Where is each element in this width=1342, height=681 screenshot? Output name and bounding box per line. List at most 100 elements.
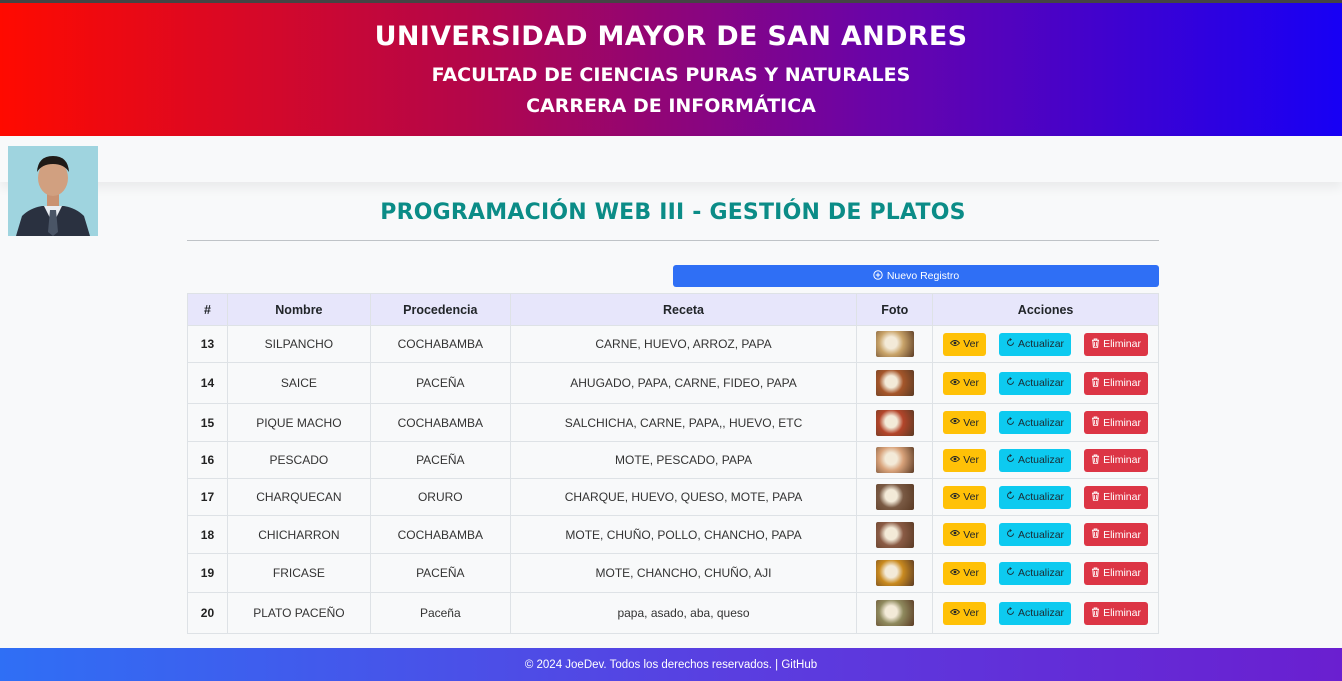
view-label: Ver (963, 454, 979, 466)
delete-button[interactable]: Eliminar (1084, 371, 1148, 395)
trash-icon (1091, 491, 1100, 504)
table-row: 17 CHARQUECAN ORURO CHARQUE, HUEVO, QUES… (187, 478, 1159, 516)
cell-nombre: FRICASE (226, 553, 371, 593)
trash-icon (1091, 567, 1100, 580)
dish-photo (875, 560, 914, 586)
view-label: Ver (963, 338, 979, 350)
cell-nombre: PIQUE MACHO (226, 403, 371, 442)
view-button[interactable]: Ver (943, 371, 986, 395)
faculty-title: FACULTAD DE CIENCIAS PURAS Y NATURALES (431, 64, 911, 86)
page-title: PROGRAMACIÓN WEB III - GESTIÓN DE PLATOS (380, 200, 966, 225)
new-record-button[interactable]: Nuevo Registro (673, 265, 1159, 287)
table-row: 13 SILPANCHO COCHABAMBA CARNE, HUEVO, AR… (187, 325, 1159, 363)
career-title: CARRERA DE INFORMÁTICA (526, 95, 816, 117)
view-button[interactable]: Ver (943, 523, 986, 546)
update-label: Actualizar (1017, 607, 1065, 619)
delete-label: Eliminar (1103, 454, 1141, 466)
update-label: Actualizar (1017, 454, 1065, 466)
refresh-icon (1006, 454, 1015, 466)
view-label: Ver (963, 377, 979, 389)
table-row: 14 SAICE PACEÑA AHUGADO, PAPA, CARNE, FI… (187, 362, 1159, 404)
delete-label: Eliminar (1103, 567, 1141, 579)
refresh-icon (1006, 416, 1015, 429)
cell-procedencia: ORURO (369, 478, 511, 516)
cell-acciones: Ver Actualizar Eliminar (932, 325, 1159, 363)
cell-acciones: Ver Actualizar Eliminar (932, 441, 1159, 479)
update-button[interactable]: Actualizar (998, 448, 1072, 472)
delete-button[interactable]: Eliminar (1084, 411, 1148, 434)
site-footer: © 2024 JoeDev. Todos los derechos reserv… (0, 648, 1342, 681)
cell-id: 20 (187, 592, 228, 634)
update-button[interactable]: Actualizar (998, 561, 1072, 585)
trash-icon (1091, 454, 1100, 467)
col-header-receta: Receta (509, 293, 858, 326)
col-header-acciones: Acciones (932, 293, 1159, 326)
cell-id: 14 (187, 362, 228, 404)
view-button[interactable]: Ver (943, 332, 986, 356)
cell-id: 17 (187, 478, 228, 516)
cell-nombre: SILPANCHO (226, 325, 371, 363)
update-button[interactable]: Actualizar (998, 523, 1072, 546)
cell-receta: MOTE, CHANCHO, CHUÑO, AJI (509, 553, 858, 593)
delete-label: Eliminar (1103, 377, 1141, 389)
cell-nombre: SAICE (226, 362, 371, 404)
eye-icon (950, 417, 961, 428)
cell-id: 19 (187, 553, 228, 593)
dish-photo (875, 484, 914, 510)
dish-photo (875, 447, 914, 473)
cell-foto (856, 441, 934, 479)
university-title: UNIVERSIDAD MAYOR DE SAN ANDRES (374, 21, 968, 52)
dish-photo (875, 600, 914, 626)
title-divider (187, 240, 1159, 241)
cell-foto (856, 553, 934, 593)
delete-button[interactable]: Eliminar (1084, 332, 1148, 356)
cell-acciones: Ver Actualizar Eliminar (932, 403, 1159, 442)
cell-nombre: CHICHARRON (226, 515, 371, 554)
view-button[interactable]: Ver (943, 601, 986, 625)
dish-photo (875, 521, 914, 548)
dish-photo (875, 331, 914, 357)
update-button[interactable]: Actualizar (998, 371, 1072, 395)
dish-photo (875, 409, 914, 436)
cell-foto (856, 362, 934, 404)
delete-button[interactable]: Eliminar (1084, 523, 1148, 546)
cell-id: 13 (187, 325, 228, 363)
delete-button[interactable]: Eliminar (1084, 561, 1148, 585)
new-record-label: Nuevo Registro (886, 270, 960, 282)
view-label: Ver (963, 491, 979, 503)
site-header: UNIVERSIDAD MAYOR DE SAN ANDRES FACULTAD… (0, 0, 1342, 136)
update-button[interactable]: Actualizar (998, 601, 1072, 625)
update-button[interactable]: Actualizar (998, 411, 1072, 434)
trash-icon (1091, 377, 1100, 390)
update-button[interactable]: Actualizar (998, 332, 1072, 356)
plus-circle-icon (873, 269, 883, 283)
cell-receta: AHUGADO, PAPA, CARNE, FIDEO, PAPA (509, 362, 858, 404)
view-button[interactable]: Ver (943, 448, 986, 472)
view-button[interactable]: Ver (943, 485, 986, 509)
delete-button[interactable]: Eliminar (1084, 601, 1148, 625)
refresh-icon (1006, 528, 1015, 541)
cell-procedencia: COCHABAMBA (369, 325, 511, 363)
view-button[interactable]: Ver (943, 411, 986, 434)
cell-acciones: Ver Actualizar Eliminar (932, 592, 1159, 634)
table-row: 19 FRICASE PACEÑA MOTE, CHANCHO, CHUÑO, … (187, 553, 1159, 593)
cell-receta: MOTE, PESCADO, PAPA (509, 441, 858, 479)
trash-icon (1091, 528, 1100, 541)
cell-foto (856, 403, 934, 442)
view-label: Ver (963, 567, 979, 579)
update-label: Actualizar (1017, 528, 1065, 541)
cell-nombre: PLATO PACEÑO (226, 592, 371, 634)
update-label: Actualizar (1017, 567, 1065, 579)
delete-label: Eliminar (1103, 491, 1141, 503)
update-button[interactable]: Actualizar (998, 485, 1072, 509)
view-button[interactable]: Ver (943, 561, 986, 585)
refresh-icon (1006, 377, 1015, 389)
cell-receta: CHARQUE, HUEVO, QUESO, MOTE, PAPA (509, 478, 858, 516)
update-label: Actualizar (1017, 491, 1065, 503)
cell-foto (856, 592, 934, 634)
table-header-row: # Nombre Procedencia Receta Foto Accione… (187, 293, 1159, 326)
delete-button[interactable]: Eliminar (1084, 485, 1148, 509)
cell-nombre: CHARQUECAN (226, 478, 371, 516)
delete-button[interactable]: Eliminar (1084, 448, 1148, 472)
avatar (8, 146, 98, 236)
